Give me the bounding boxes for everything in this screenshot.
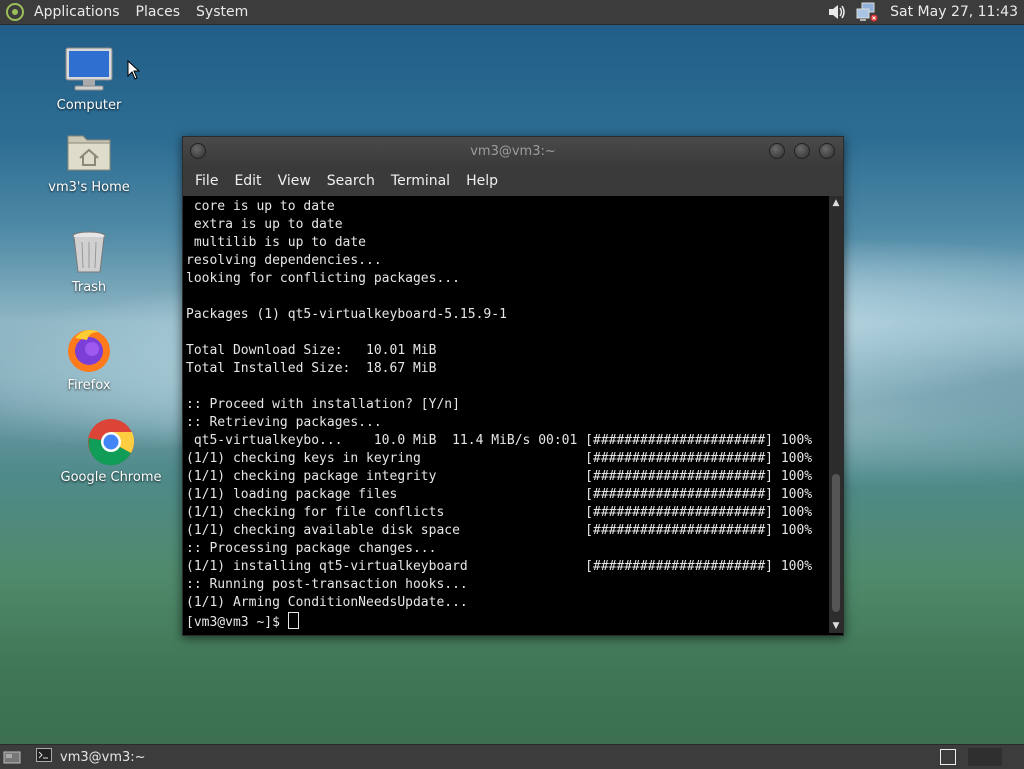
scrollbar-thumb[interactable]: [832, 474, 840, 612]
terminal-line: (1/1) Arming ConditionNeedsUpdate...: [186, 595, 468, 610]
trash-icon: [65, 228, 113, 276]
terminal-line: multilib is up to date: [186, 235, 367, 250]
terminal-line: (1/1) installing qt5-virtualkeyboard [##…: [186, 559, 813, 574]
terminal-line: :: Proceed with installation? [Y/n]: [186, 397, 460, 412]
distro-logo-icon[interactable]: [6, 3, 24, 21]
desktop-icon-trash[interactable]: Trash: [34, 228, 144, 295]
clock[interactable]: Sat May 27, 11:43: [886, 4, 1024, 20]
taskbar-button-terminal[interactable]: vm3@vm3:~: [36, 748, 146, 766]
terminal-line: core is up to date: [186, 199, 335, 214]
system-tray: Sat May 27, 11:43: [826, 2, 1024, 22]
desktop-icon-label: vm3's Home: [48, 180, 130, 195]
window-titlebar[interactable]: vm3@vm3:~: [183, 137, 843, 166]
firefox-icon: [65, 326, 113, 374]
close-icon[interactable]: [819, 143, 835, 159]
terminal-line: extra is up to date: [186, 217, 343, 232]
terminal-line: looking for conflicting packages...: [186, 271, 460, 286]
terminal-prompt: [vm3@vm3 ~]$: [186, 615, 288, 630]
menu-view[interactable]: View: [270, 173, 319, 189]
terminal-line: Packages (1) qt5-virtualkeyboard-5.15.9-…: [186, 307, 507, 322]
terminal-line: :: Processing package changes...: [186, 541, 437, 556]
show-desktop-icon[interactable]: [2, 749, 22, 765]
network-icon[interactable]: [856, 2, 878, 22]
text-cursor: [287, 612, 299, 629]
window-title: vm3@vm3:~: [470, 144, 556, 159]
desktop-icon-chrome[interactable]: Google Chrome: [56, 418, 166, 485]
desktop-icon-label: Google Chrome: [60, 470, 162, 485]
maximize-icon[interactable]: [794, 143, 810, 159]
workspace-switcher-1[interactable]: [940, 749, 956, 765]
terminal-prompt-line[interactable]: [vm3@vm3 ~]$: [186, 612, 824, 630]
bottom-panel: vm3@vm3:~: [0, 744, 1024, 769]
home-folder-icon: [65, 128, 113, 176]
menu-system[interactable]: System: [188, 0, 256, 24]
terminal-scrollbar[interactable]: ▲ ▼: [829, 196, 843, 633]
mouse-pointer-icon: [127, 59, 141, 84]
minimize-icon[interactable]: [769, 143, 785, 159]
terminal-line: (1/1) checking package integrity [######…: [186, 469, 813, 484]
taskbar-button-label: vm3@vm3:~: [60, 749, 146, 765]
scroll-up-icon[interactable]: ▲: [829, 196, 843, 210]
terminal-line: Total Installed Size: 18.67 MiB: [186, 361, 437, 376]
terminal-window: vm3@vm3:~ File Edit View Search Terminal…: [182, 136, 844, 636]
desktop-icon-label: Computer: [56, 98, 122, 113]
terminal-line: qt5-virtualkeybo... 10.0 MiB 11.4 MiB/s …: [186, 433, 813, 448]
desktop-icon-label: Trash: [71, 280, 107, 295]
desktop-icon-firefox[interactable]: Firefox: [34, 326, 144, 393]
terminal-line: Total Download Size: 10.01 MiB: [186, 343, 437, 358]
menu-applications[interactable]: Applications: [26, 0, 128, 24]
volume-icon[interactable]: [826, 2, 848, 22]
chrome-icon: [87, 418, 135, 466]
menu-terminal[interactable]: Terminal: [383, 173, 458, 189]
terminal-line: (1/1) checking available disk space [###…: [186, 523, 813, 538]
menu-help[interactable]: Help: [458, 173, 506, 189]
menu-file[interactable]: File: [187, 173, 226, 189]
terminal-line: (1/1) loading package files [###########…: [186, 487, 813, 502]
terminal-line: resolving dependencies...: [186, 253, 382, 268]
terminal-line: (1/1) checking keys in keyring [########…: [186, 451, 813, 466]
desktop-icon-home[interactable]: vm3's Home: [34, 128, 144, 195]
menu-search[interactable]: Search: [319, 173, 383, 189]
desktop-icon-label: Firefox: [67, 378, 111, 393]
terminal-line: (1/1) checking for file conflicts [#####…: [186, 505, 813, 520]
terminal-menubar: File Edit View Search Terminal Help: [183, 166, 843, 196]
terminal-line: :: Retrieving packages...: [186, 415, 382, 430]
computer-icon: [65, 46, 113, 94]
terminal-icon: [36, 748, 52, 766]
menu-edit[interactable]: Edit: [226, 173, 269, 189]
window-menu-icon[interactable]: [190, 143, 206, 159]
workspace-switcher-2[interactable]: [968, 748, 1002, 766]
terminal-output[interactable]: core is up to date extra is up to date m…: [183, 196, 827, 632]
top-panel: Applications Places System Sat May 27, 1…: [0, 0, 1024, 25]
terminal-line: :: Running post-transaction hooks...: [186, 577, 468, 592]
menu-places[interactable]: Places: [128, 0, 189, 24]
scroll-down-icon[interactable]: ▼: [829, 619, 843, 633]
